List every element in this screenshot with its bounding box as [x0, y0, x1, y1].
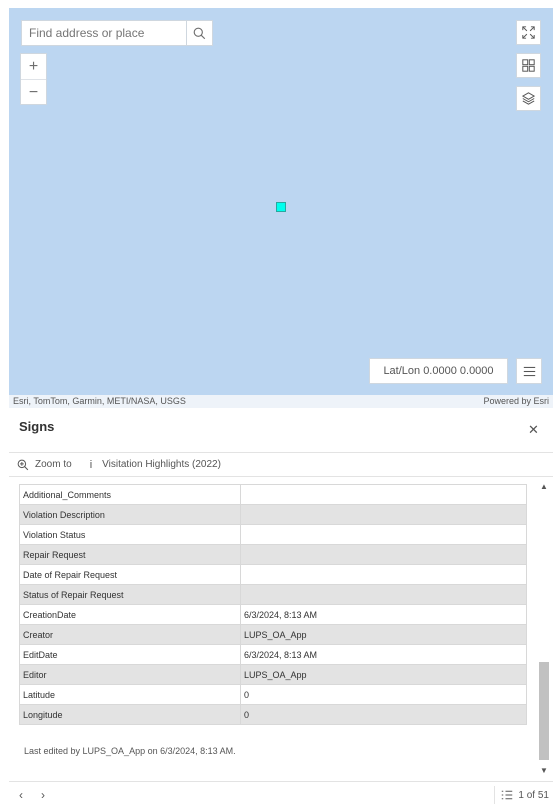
layers-icon	[522, 92, 535, 105]
attribute-value: 0	[240, 684, 527, 705]
attribute-value: LUPS_OA_App	[240, 624, 527, 645]
attribute-table: Additional_Comments Violation Description…	[19, 484, 527, 725]
popup-actions: Zoom to i Visitation Highlights (2022)	[9, 452, 553, 477]
popup-scrollbar[interactable]: ▲ ▼	[537, 480, 551, 780]
attribute-value: LUPS_OA_App	[240, 664, 527, 685]
table-row: Additional_Comments	[19, 484, 527, 505]
feature-count: 1 of 51	[518, 789, 549, 801]
table-row: Status of Repair Request	[19, 584, 527, 605]
list-icon	[523, 366, 535, 376]
popup-title: Signs	[19, 419, 55, 434]
close-icon[interactable]: ✕	[528, 422, 539, 438]
table-row: Editor LUPS_OA_App	[19, 664, 527, 685]
attribute-key: CreationDate	[19, 604, 241, 625]
search-button[interactable]	[186, 21, 212, 45]
feature-pager[interactable]: 1 of 51	[494, 786, 549, 804]
zoom-control: + −	[20, 53, 47, 105]
table-row: CreationDate 6/3/2024, 8:13 AM	[19, 604, 527, 625]
table-row: Violation Description	[19, 504, 527, 525]
attribute-key: Creator	[19, 624, 241, 645]
attribute-value	[240, 524, 527, 545]
table-row: Creator LUPS_OA_App	[19, 624, 527, 645]
attribute-key: Editor	[19, 664, 241, 685]
attribute-value	[240, 544, 527, 565]
info-icon: i	[89, 458, 93, 471]
table-row: EditDate 6/3/2024, 8:13 AM	[19, 644, 527, 665]
table-row: Date of Repair Request	[19, 564, 527, 585]
zoom-to-icon	[17, 459, 29, 470]
powered-by-esri[interactable]: Powered by Esri	[483, 395, 549, 408]
attribute-key: EditDate	[19, 644, 241, 665]
attribute-value	[240, 484, 527, 505]
attribute-key: Violation Description	[19, 504, 241, 525]
popup-footer: ‹ › 1 of 51	[9, 781, 553, 807]
fullscreen-icon	[522, 26, 535, 39]
search-input[interactable]	[22, 21, 186, 45]
scroll-up-icon[interactable]: ▲	[540, 482, 548, 491]
attribute-key: Status of Repair Request	[19, 584, 241, 605]
attribute-key: Violation Status	[19, 524, 241, 545]
attribution-sources: Esri, TomTom, Garmin, METI/NASA, USGS	[13, 396, 186, 406]
visitation-label: Visitation Highlights (2022)	[102, 459, 221, 470]
attribute-key: Repair Request	[19, 544, 241, 565]
scroll-thumb[interactable]	[539, 662, 549, 760]
next-feature-icon[interactable]: ›	[41, 788, 45, 802]
map-view[interactable]: + − Lat/Lon 0.0000 0.0000	[9, 8, 553, 395]
search-icon	[193, 27, 206, 39]
attribute-value	[240, 504, 527, 525]
attribute-key: Latitude	[19, 684, 241, 705]
attribute-key: Date of Repair Request	[19, 564, 241, 585]
attribute-value: 6/3/2024, 8:13 AM	[240, 604, 527, 625]
table-row: Repair Request	[19, 544, 527, 565]
legend-button[interactable]	[516, 358, 542, 384]
layer-list-button[interactable]	[516, 86, 541, 111]
zoom-to-label: Zoom to	[35, 459, 72, 470]
feature-list-icon	[502, 790, 513, 800]
attribute-key: Longitude	[19, 704, 241, 725]
attribute-value	[240, 584, 527, 605]
basemap-gallery-icon	[522, 59, 535, 72]
table-row: Latitude 0	[19, 684, 527, 705]
basemap-gallery-button[interactable]	[516, 53, 541, 78]
attribute-value: 0	[240, 704, 527, 725]
table-row: Violation Status	[19, 524, 527, 545]
zoom-out-button[interactable]: −	[21, 79, 46, 105]
attribute-key: Additional_Comments	[19, 484, 241, 505]
last-edited-info: Last edited by LUPS_OA_App on 6/3/2024, …	[24, 746, 236, 756]
attribute-value: 6/3/2024, 8:13 AM	[240, 644, 527, 665]
zoom-in-button[interactable]: +	[21, 54, 46, 79]
search-widget[interactable]	[21, 20, 213, 46]
visitation-action[interactable]: i Visitation Highlights (2022)	[90, 459, 221, 471]
map-attribution: Esri, TomTom, Garmin, METI/NASA, USGS Po…	[9, 395, 553, 408]
table-row: Longitude 0	[19, 704, 527, 725]
previous-feature-icon[interactable]: ‹	[19, 788, 23, 802]
coordinate-display[interactable]: Lat/Lon 0.0000 0.0000	[369, 358, 508, 384]
zoom-to-action[interactable]: Zoom to	[17, 459, 72, 471]
fullscreen-button[interactable]	[516, 20, 541, 45]
sign-marker[interactable]	[276, 202, 286, 212]
attribute-value	[240, 564, 527, 585]
scroll-down-icon[interactable]: ▼	[540, 766, 548, 775]
